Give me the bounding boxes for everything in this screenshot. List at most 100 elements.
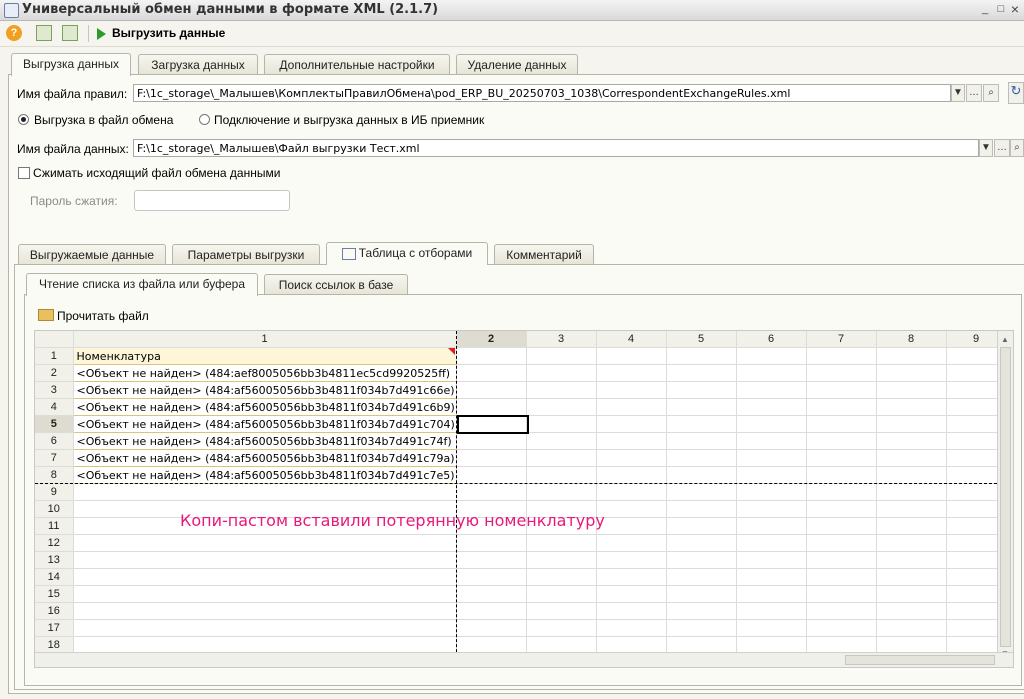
- row-header[interactable]: 2: [35, 364, 74, 382]
- cell[interactable]: [526, 619, 597, 637]
- row-header[interactable]: 7: [35, 449, 74, 467]
- cell[interactable]: [666, 602, 737, 620]
- minimize-button[interactable]: _: [978, 3, 992, 16]
- cell[interactable]: <Объект не найден> (484:af56005056bb3b48…: [73, 398, 457, 416]
- row-header[interactable]: 18: [35, 636, 74, 654]
- rules-file-input[interactable]: F:\1c_storage\_Малышев\КомплектыПравилОб…: [133, 84, 951, 102]
- cell[interactable]: [456, 568, 527, 586]
- cell[interactable]: [876, 415, 947, 433]
- cell[interactable]: [456, 347, 527, 365]
- cell[interactable]: [806, 398, 877, 416]
- cell[interactable]: [456, 551, 527, 569]
- cell[interactable]: [526, 364, 597, 382]
- cell[interactable]: [736, 381, 807, 399]
- row-header[interactable]: 15: [35, 585, 74, 603]
- cell[interactable]: [456, 534, 527, 552]
- cell[interactable]: [596, 619, 667, 637]
- cell[interactable]: [666, 534, 737, 552]
- row-header[interactable]: 16: [35, 602, 74, 620]
- row-header[interactable]: 17: [35, 619, 74, 637]
- row-header[interactable]: 13: [35, 551, 74, 569]
- cell[interactable]: [806, 602, 877, 620]
- cell[interactable]: [666, 568, 737, 586]
- cell[interactable]: [736, 636, 807, 654]
- cell[interactable]: [876, 449, 947, 467]
- cell[interactable]: [736, 483, 807, 501]
- tab-find-refs[interactable]: Поиск ссылок в базе: [264, 274, 408, 295]
- cell[interactable]: [806, 517, 877, 535]
- cell[interactable]: [596, 636, 667, 654]
- cell[interactable]: [526, 483, 597, 501]
- tab-filter-table[interactable]: Таблица с отборами: [326, 242, 488, 265]
- row-header[interactable]: 3: [35, 381, 74, 399]
- cell[interactable]: [736, 534, 807, 552]
- cell[interactable]: [666, 415, 737, 433]
- cell[interactable]: [666, 585, 737, 603]
- maximize-button[interactable]: □: [994, 3, 1008, 16]
- close-button[interactable]: ×: [1008, 2, 1022, 16]
- cell[interactable]: [526, 347, 597, 365]
- cell[interactable]: [526, 534, 597, 552]
- cell[interactable]: [736, 619, 807, 637]
- tab-additional-settings[interactable]: Дополнительные настройки: [264, 54, 450, 75]
- data-search-icon[interactable]: ⌕: [1010, 139, 1024, 157]
- cell[interactable]: [666, 517, 737, 535]
- cell[interactable]: [666, 381, 737, 399]
- cell[interactable]: [876, 602, 947, 620]
- cell[interactable]: [876, 568, 947, 586]
- row-header[interactable]: 14: [35, 568, 74, 586]
- cell[interactable]: [596, 568, 667, 586]
- cell[interactable]: [876, 347, 947, 365]
- cell[interactable]: [526, 432, 597, 450]
- export-data-button[interactable]: Выгрузить данные: [112, 26, 225, 40]
- cell[interactable]: [456, 381, 527, 399]
- cell[interactable]: [806, 585, 877, 603]
- cell[interactable]: [876, 398, 947, 416]
- h-scroll-thumb[interactable]: [845, 655, 995, 665]
- cell[interactable]: [876, 483, 947, 501]
- scroll-up-icon[interactable]: ▲: [1001, 335, 1009, 344]
- tab-export[interactable]: Выгрузка данных: [11, 53, 131, 76]
- cell[interactable]: <Объект не найден> (484:af56005056bb3b48…: [73, 449, 457, 467]
- cell[interactable]: [456, 466, 527, 484]
- row-header[interactable]: 9: [35, 483, 74, 501]
- cell[interactable]: [526, 551, 597, 569]
- cell[interactable]: [806, 466, 877, 484]
- rules-browse-button[interactable]: …: [966, 84, 982, 102]
- cell[interactable]: [806, 415, 877, 433]
- cell[interactable]: [73, 483, 457, 501]
- cell[interactable]: [666, 432, 737, 450]
- cell[interactable]: [73, 585, 457, 603]
- help-icon[interactable]: ?: [6, 25, 22, 41]
- cell[interactable]: [666, 636, 737, 654]
- save-settings-icon[interactable]: [36, 25, 52, 41]
- cell[interactable]: [876, 381, 947, 399]
- cell[interactable]: [876, 500, 947, 518]
- cell[interactable]: [596, 483, 667, 501]
- cell[interactable]: [806, 432, 877, 450]
- rules-dropdown-button[interactable]: ▼: [951, 84, 965, 102]
- spreadsheet[interactable]: 1 2 3 4 5 6 7 8 9 1 Номенклатура 2 <Объект не найден…: [34, 330, 1014, 668]
- tab-read-list[interactable]: Чтение списка из файла или буфера: [26, 273, 258, 296]
- data-file-input[interactable]: F:\1c_storage\_Малышев\Файл выгрузки Тес…: [133, 139, 979, 157]
- cell[interactable]: <Объект не найден> (484:af56005056bb3b48…: [73, 432, 457, 450]
- cell[interactable]: [596, 585, 667, 603]
- cell[interactable]: [596, 517, 667, 535]
- compress-checkbox[interactable]: [18, 167, 30, 179]
- row-header[interactable]: 8: [35, 466, 74, 484]
- cell[interactable]: [456, 449, 527, 467]
- cell[interactable]: <Объект не найден> (484:af56005056bb3b48…: [73, 381, 457, 399]
- cell[interactable]: [456, 483, 527, 501]
- horizontal-scrollbar[interactable]: [35, 652, 1013, 667]
- cell[interactable]: [736, 585, 807, 603]
- tab-delete-data[interactable]: Удаление данных: [456, 54, 578, 75]
- cell[interactable]: [736, 347, 807, 365]
- row-header[interactable]: 5: [35, 415, 74, 433]
- cell[interactable]: [806, 619, 877, 637]
- cell[interactable]: [596, 449, 667, 467]
- cell[interactable]: [736, 415, 807, 433]
- cell[interactable]: [666, 364, 737, 382]
- vertical-scrollbar[interactable]: ▲ ▼: [997, 331, 1013, 667]
- cell[interactable]: [596, 415, 667, 433]
- cell[interactable]: [526, 585, 597, 603]
